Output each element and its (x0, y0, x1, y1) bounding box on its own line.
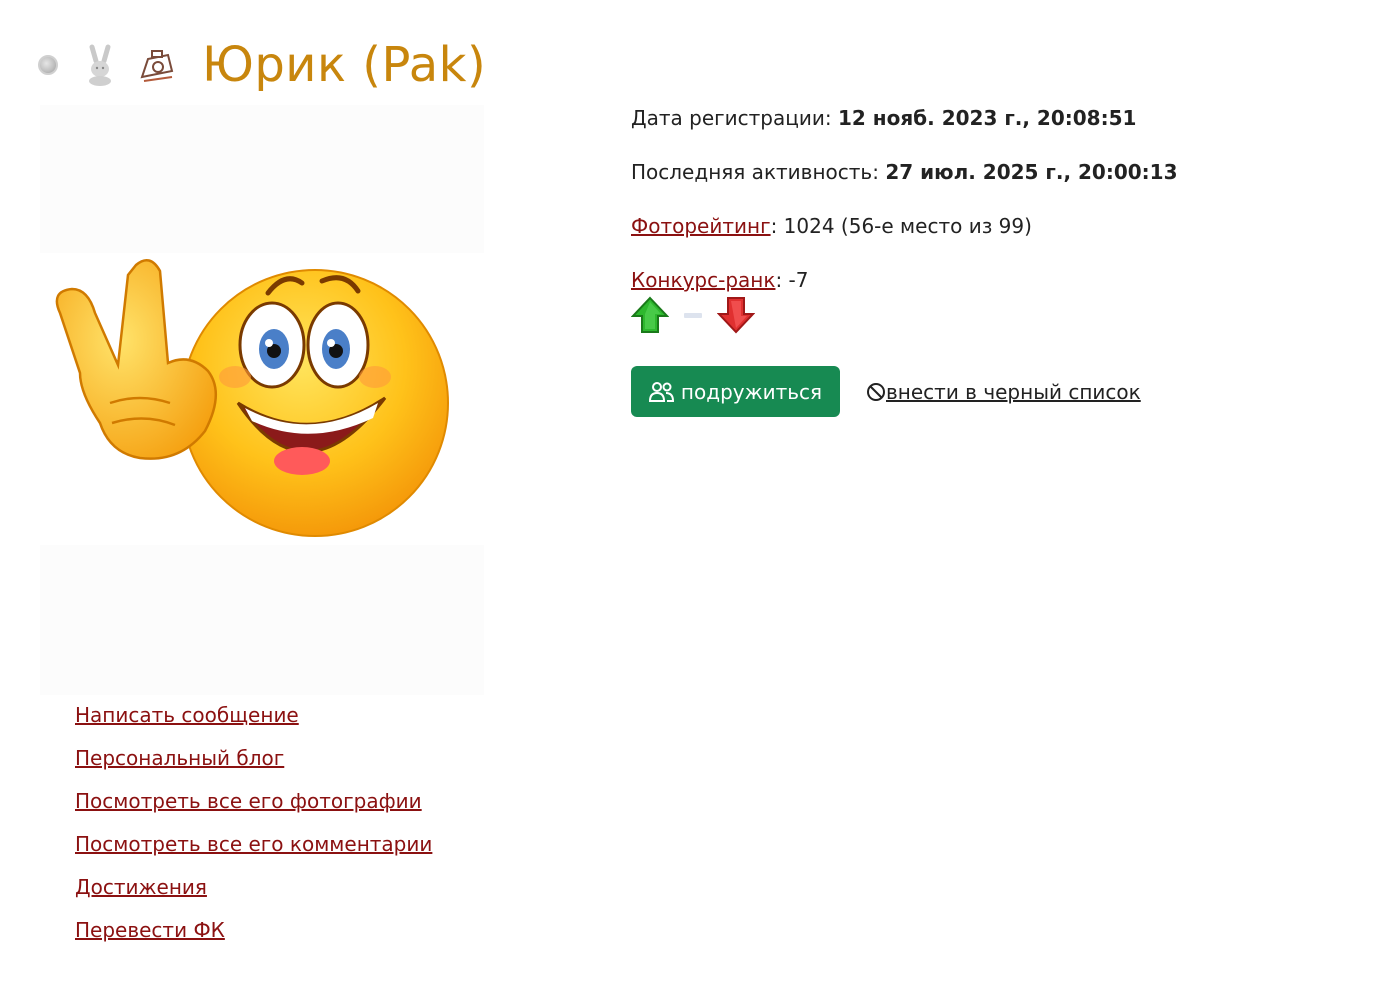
smiley-avatar-image (55, 258, 449, 537)
registration-date-label: Дата регистрации: (631, 106, 832, 130)
users-icon (648, 381, 674, 402)
photo-rating-link[interactable]: Фоторейтинг (631, 214, 771, 238)
vote-controls (631, 296, 755, 334)
ban-icon (867, 382, 885, 401)
registration-date-row: Дата регистрации: 12 нояб. 2023 г., 20:0… (631, 100, 1178, 154)
page-title: Юрик (Pak) (202, 37, 487, 93)
write-message-link[interactable]: Написать сообщение (75, 700, 432, 743)
photo-rating-icon (138, 43, 178, 87)
profile-header: Юрик (Pak) (38, 30, 486, 100)
achievements-link[interactable]: Достижения (75, 872, 432, 915)
all-photos-link[interactable]: Посмотреть все его фотографии (75, 786, 432, 829)
status-dot-icon (38, 55, 58, 75)
vote-up-arrow-icon[interactable] (631, 296, 669, 334)
photo-rating-value: : 1024 (56-е место из 99) (770, 214, 1032, 238)
contest-rank-link[interactable]: Конкурс-ранк (631, 268, 775, 292)
befriend-button-label: подружиться (680, 379, 823, 404)
photo-rating-row: Фоторейтинг: 1024 (56-е место из 99) (631, 208, 1178, 262)
personal-blog-link[interactable]: Персональный блог (75, 743, 432, 786)
profile-info: Дата регистрации: 12 нояб. 2023 г., 20:0… (631, 100, 1178, 316)
blacklist-link-label: внести в черный список (886, 379, 1141, 404)
blacklist-link[interactable]: внести в черный список (866, 380, 1141, 404)
transfer-fk-link[interactable]: Перевести ФК (75, 915, 432, 958)
vote-down-arrow-icon[interactable] (717, 296, 755, 334)
last-activity-row: Последняя активность: 27 июл. 2025 г., 2… (631, 154, 1178, 208)
contest-rank-value: : -7 (775, 268, 809, 292)
befriend-button[interactable]: подружиться (631, 366, 840, 417)
registration-date-value: 12 нояб. 2023 г., 20:08:51 (837, 106, 1137, 130)
last-activity-value: 27 июл. 2025 г., 20:00:13 (885, 160, 1178, 184)
rabbit-icon (80, 43, 120, 87)
profile-actions: подружиться внести в черный список (631, 366, 1141, 417)
all-comments-link[interactable]: Посмотреть все его комментарии (75, 829, 432, 872)
vote-neutral-icon[interactable] (684, 312, 702, 318)
profile-links: Написать сообщение Персональный блог Пос… (75, 700, 432, 958)
avatar (40, 105, 484, 695)
last-activity-label: Последняя активность: (631, 160, 879, 184)
